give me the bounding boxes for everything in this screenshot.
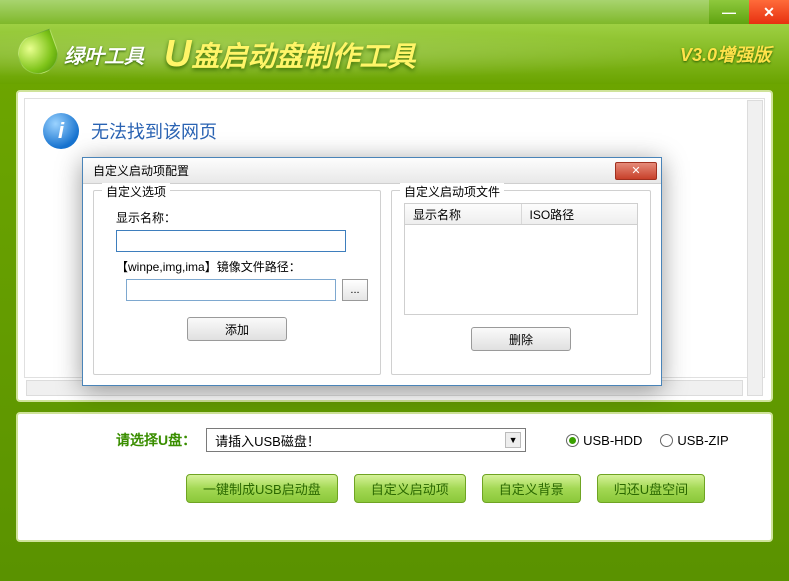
header: 绿叶工具 U盘启动盘制作工具 V3.0增强版 [0,24,789,84]
app-window: — ✕ 绿叶工具 U盘启动盘制作工具 V3.0增强版 i 无法找到该网页 请选择… [0,0,789,581]
browse-button[interactable]: ... [342,279,368,301]
chevron-down-icon: ▼ [505,432,521,448]
usb-select-row: 请选择U盘： 请插入USB磁盘！ ▼ USB-HDD USB-ZIP [36,428,753,452]
info-icon: i [43,113,79,149]
radio-dot-icon [566,434,579,447]
col-name: 显示名称 [405,204,522,224]
path-input[interactable] [126,279,336,301]
options-fieldset: 自定义选项 显示名称： 【winpe,img,ima】镜像文件路径： ... 添… [93,190,381,375]
usb-select-dropdown[interactable]: 请插入USB磁盘！ ▼ [206,428,526,452]
dialog-titlebar: 自定义启动项配置 ✕ [83,158,661,184]
vertical-scrollbar[interactable] [747,100,763,396]
files-legend: 自定义启动项文件 [400,183,504,200]
make-usb-button[interactable]: 一键制成USB启动盘 [186,474,338,503]
name-label: 显示名称： [116,209,368,226]
app-title-rest: 盘启动盘制作工具 [191,41,415,72]
custom-boot-button[interactable]: 自定义启动项 [354,474,466,503]
minimize-button[interactable]: — [709,0,749,24]
radio-dot-icon [660,434,673,447]
table-header: 显示名称 ISO路径 [404,203,638,225]
usb-select-value: 请插入USB磁盘！ [215,431,320,450]
error-text: 无法找到该网页 [91,118,217,144]
radio-group: USB-HDD USB-ZIP [566,433,729,448]
col-iso: ISO路径 [522,204,638,224]
brand-text: 绿叶工具 [64,40,144,69]
leaf-icon [12,28,63,79]
info-row: i 无法找到该网页 [43,113,746,149]
path-label: 【winpe,img,ima】镜像文件路径： [116,258,368,275]
bottom-panel: 请选择U盘： 请插入USB磁盘！ ▼ USB-HDD USB-ZIP 一键制成U… [16,412,773,542]
version-label: V3.0增强版 [680,41,771,67]
radio-usb-hdd[interactable]: USB-HDD [566,433,642,448]
logo-area: 绿叶工具 U盘启动盘制作工具 [18,33,415,76]
usb-select-label: 请选择U盘： [116,430,196,450]
titlebar: — ✕ [0,0,789,24]
app-title: U盘启动盘制作工具 [164,33,415,76]
custom-boot-dialog: 自定义启动项配置 ✕ 自定义选项 显示名称： 【winpe,img,ima】镜像… [82,157,662,386]
name-input[interactable] [116,230,346,252]
radio-usb-zip[interactable]: USB-ZIP [660,433,728,448]
options-legend: 自定义选项 [102,183,170,200]
files-fieldset: 自定义启动项文件 显示名称 ISO路径 删除 [391,190,651,375]
table-body[interactable] [404,225,638,315]
add-button[interactable]: 添加 [187,317,287,341]
dialog-close-button[interactable]: ✕ [615,162,657,180]
radio-label-hdd: USB-HDD [583,433,642,448]
close-button[interactable]: ✕ [749,0,789,24]
delete-button[interactable]: 删除 [471,327,571,351]
app-title-u: U [164,33,191,75]
dialog-title: 自定义启动项配置 [93,162,189,179]
radio-label-zip: USB-ZIP [677,433,728,448]
dialog-body: 自定义选项 显示名称： 【winpe,img,ima】镜像文件路径： ... 添… [83,184,661,385]
button-row: 一键制成USB启动盘 自定义启动项 自定义背景 归还U盘空间 [186,474,753,503]
restore-space-button[interactable]: 归还U盘空间 [597,474,705,503]
custom-bg-button[interactable]: 自定义背景 [482,474,581,503]
